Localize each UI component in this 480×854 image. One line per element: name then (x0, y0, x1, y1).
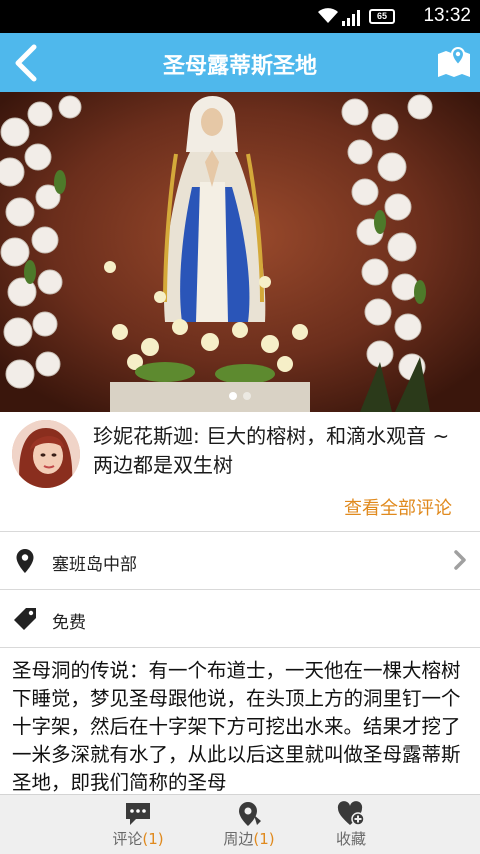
tab-nearby[interactable]: 周边(1) (194, 795, 304, 854)
heart-plus-icon (337, 801, 365, 826)
tab-nearby-label: 周边(1) (223, 830, 275, 848)
location-label: 塞班岛中部 (52, 555, 137, 575)
avatar[interactable] (12, 420, 80, 488)
tab-comments-label: 评论(1) (112, 830, 164, 848)
wifi-icon (318, 8, 338, 23)
tab-nearby-count: (1) (253, 830, 275, 848)
signal-icon (342, 10, 360, 26)
bottom-tab-bar: 评论(1) 周边(1) 收藏 (0, 794, 480, 854)
banner-image[interactable] (0, 92, 480, 412)
location-row[interactable]: 塞班岛中部 (0, 532, 480, 590)
status-bar: 65 13:32 (0, 0, 480, 33)
description-text: 圣母洞的传说：有一个布道士，一天他在一棵大榕树下睡觉，梦见圣母跟他说，在头顶上方… (0, 649, 480, 794)
carousel-indicator (0, 385, 480, 404)
carousel-dot (243, 392, 251, 400)
tab-comments-count: (1) (142, 830, 164, 848)
map-pin-icon[interactable] (436, 44, 472, 80)
page-title: 圣母露蒂斯圣地 (162, 54, 317, 79)
carousel-dot-active (229, 392, 237, 400)
price-tag-icon (14, 608, 36, 630)
status-time: 13:32 (423, 5, 471, 26)
tab-favorite-label: 收藏 (335, 830, 366, 848)
comment-icon (126, 803, 150, 825)
view-all-reviews-link[interactable]: 查看全部评论 (344, 494, 452, 520)
review-section[interactable]: 珍妮花斯迦: 巨大的榕树，和滴水观音 ~两边都是双生树 查看全部评论 (0, 412, 480, 532)
review-text: 珍妮花斯迦: 巨大的榕树，和滴水观音 ~两边都是双生树 (93, 424, 450, 477)
battery-icon: 65 (369, 9, 395, 24)
tab-favorite[interactable]: 收藏 (296, 795, 406, 854)
chevron-right-icon (454, 550, 466, 570)
price-label: 免费 (52, 613, 86, 633)
statue-image (0, 92, 480, 412)
price-row: 免费 (0, 590, 480, 648)
tab-comments[interactable]: 评论(1) (83, 795, 193, 854)
nearby-pin-icon (239, 802, 261, 826)
title-bar: 圣母露蒂斯圣地 (0, 33, 480, 92)
location-pin-icon (16, 549, 34, 573)
